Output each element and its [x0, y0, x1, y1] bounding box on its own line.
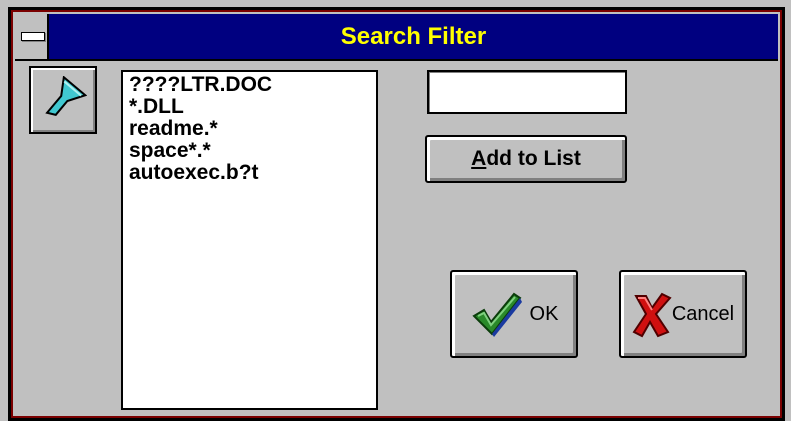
- list-item[interactable]: *.DLL: [129, 96, 370, 118]
- search-filter-icon: [29, 66, 97, 134]
- ok-label: OK: [529, 302, 559, 325]
- cancel-label: Cancel: [671, 302, 735, 325]
- cancel-button[interactable]: Cancel: [619, 270, 747, 358]
- list-item[interactable]: space*.*: [129, 140, 370, 162]
- add-to-list-label: dd to List: [486, 147, 581, 170]
- checkmark-icon: [471, 292, 522, 337]
- ok-button[interactable]: OK: [450, 270, 578, 358]
- add-to-list-accelerator: A: [471, 147, 487, 170]
- add-to-list-button[interactable]: Add to List: [425, 135, 627, 183]
- list-item[interactable]: autoexec.b?t: [129, 162, 370, 184]
- list-item[interactable]: ????LTR.DOC: [129, 74, 370, 96]
- search-filter-dialog: Search Filter ????LTR.DOC *.DLL readme.*…: [8, 7, 785, 421]
- window-title: Search Filter: [340, 23, 487, 50]
- title-bar: Search Filter: [15, 14, 778, 61]
- filter-list[interactable]: ????LTR.DOC *.DLL readme.* space*.* auto…: [121, 70, 378, 410]
- filter-input[interactable]: [427, 70, 627, 114]
- system-menu-icon[interactable]: [15, 14, 49, 59]
- list-item[interactable]: readme.*: [129, 118, 370, 140]
- x-icon: [632, 292, 672, 338]
